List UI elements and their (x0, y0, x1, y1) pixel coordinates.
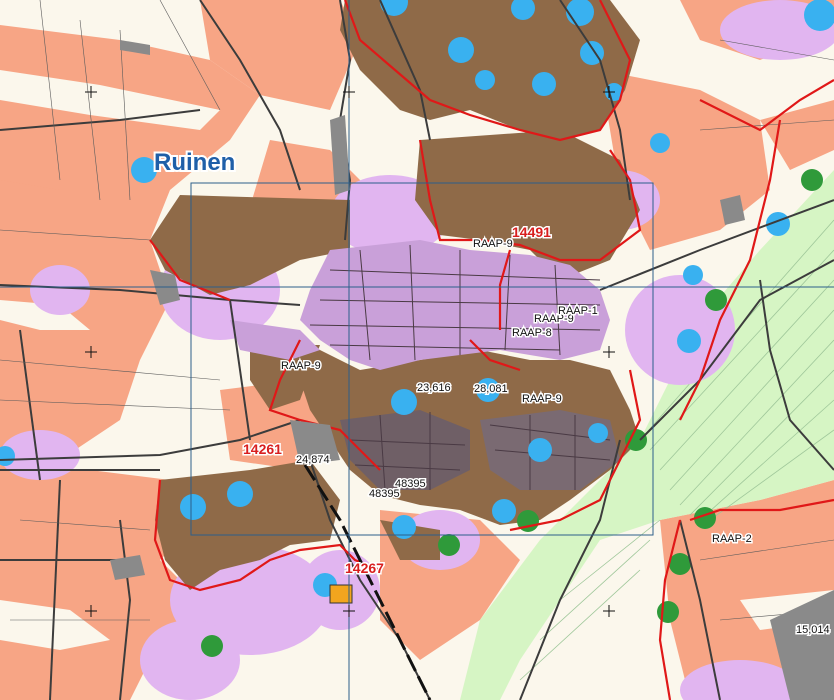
zone-label-14491: 14491 (512, 224, 551, 240)
raap-label: RAAP-9 (522, 393, 562, 405)
number-label: 28,081 (474, 383, 508, 395)
raap-label: RAAP-2 (712, 533, 752, 545)
map-canvas: Ruinen 14491 14261 14267 RAAP-9 RAAP-9 R… (0, 0, 834, 700)
zone-label-14267: 14267 (345, 560, 384, 576)
map-view[interactable]: Ruinen 14491 14261 14267 RAAP-9 RAAP-9 R… (0, 0, 834, 700)
place-label: Ruinen (154, 149, 235, 176)
raap-label: RAAP-1 (558, 305, 598, 317)
number-label: 23,616 (417, 382, 451, 394)
raap-label: RAAP-9 (473, 238, 513, 250)
number-label: 15,014 (796, 624, 830, 636)
zone-label-14261: 14261 (243, 441, 282, 457)
raap-label: RAAP-8 (512, 327, 552, 339)
number-label: 48395 (369, 488, 400, 500)
raap-label: RAAP-9 (281, 360, 321, 372)
number-label: 24,874 (296, 454, 330, 466)
